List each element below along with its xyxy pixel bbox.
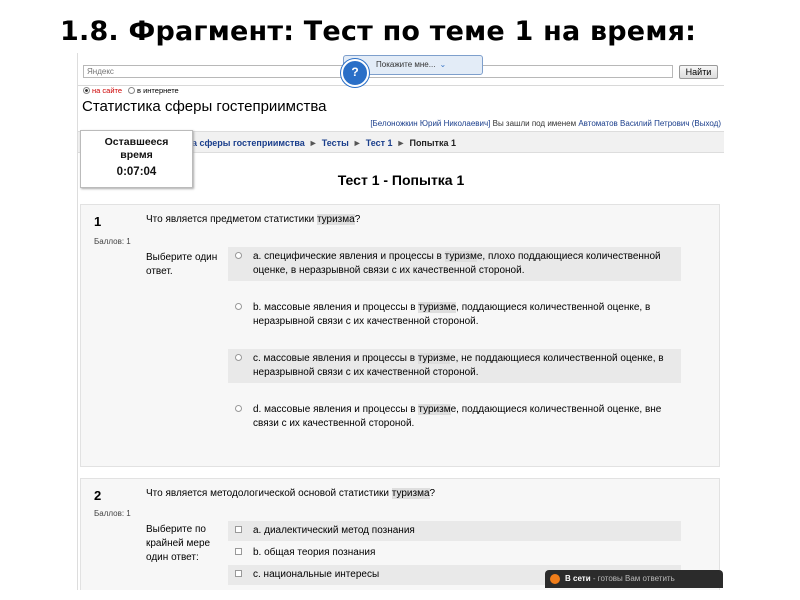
chat-title: В сети (565, 574, 591, 583)
radio-icon[interactable] (235, 252, 242, 259)
help-icon[interactable]: ? (341, 59, 369, 87)
option-text: c. национальные интересы (253, 569, 380, 580)
answer-prompt: Выберите один ответ. (146, 252, 218, 277)
checkbox-icon[interactable] (235, 548, 242, 555)
scope-site-label[interactable]: на сайте (92, 86, 122, 95)
highlighted-term: туризме (418, 302, 457, 313)
answer-option-a[interactable]: a. специфические явления и процессы в ту… (228, 247, 681, 281)
option-text: a. специфические явления и процессы в (253, 251, 445, 262)
online-chat-button[interactable]: В сети - готовы Вам ответить (545, 570, 723, 588)
answer-option-c[interactable]: c. массовые явления и процессы в туризме… (228, 349, 681, 383)
breadcrumb-test[interactable]: Тест 1 (366, 138, 393, 148)
option-text: d. массовые явления и процессы в (253, 404, 419, 415)
answer-option-b[interactable]: b. общая теория познания (228, 543, 681, 563)
slide-title: 1.8. Фрагмент: Тест по теме 1 на время: (60, 16, 697, 47)
breadcrumb-arrow-icon: ► (396, 138, 406, 148)
option-text: c. массовые явления и процессы в (253, 353, 418, 364)
question-text-part: Что является методологической основой ст… (146, 488, 392, 499)
answer-prompt: Выберите по крайней мере один ответ: (146, 524, 211, 563)
highlighted-term: туризм (418, 404, 451, 415)
checkbox-icon[interactable] (235, 570, 242, 577)
question-text-part: ? (429, 488, 436, 499)
checkbox-icon[interactable] (235, 526, 242, 533)
logged-in-prefix: Вы зашли под именем (490, 119, 579, 128)
breadcrumb-course[interactable]: ика сферы гостеприимства (182, 138, 305, 148)
question-score: Баллов: 1 (94, 237, 131, 246)
breadcrumb-arrow-icon: ► (308, 138, 318, 148)
question-score: Баллов: 1 (94, 509, 131, 518)
scope-site-option[interactable]: на сайте (83, 86, 122, 95)
chat-subtitle: - готовы Вам ответить (590, 574, 675, 583)
timer-label: Оставшееся время (81, 136, 192, 162)
breadcrumb: ика сферы гостеприимства ► Тесты ► Тест 1 ► По… (182, 138, 456, 148)
option-text: b. массовые явления и процессы в (253, 302, 419, 313)
profile-link[interactable]: [Белоножкин Юрий Николаевич] (370, 119, 490, 128)
breadcrumb-arrow-icon: ► (352, 138, 362, 148)
logout-link[interactable]: (Выход) (692, 119, 721, 128)
timer-label-line2: время (120, 149, 153, 161)
highlighted-term: туризм (444, 251, 477, 262)
question-number: 2 (94, 488, 102, 503)
question-text-part: Что является предметом статистики (146, 214, 317, 225)
radio-icon[interactable] (235, 303, 242, 310)
scope-web-option[interactable]: в интернете (128, 86, 179, 95)
breadcrumb-tests[interactable]: Тесты (322, 138, 349, 148)
chevron-down-icon: ⌄ (439, 60, 447, 69)
scope-web-label[interactable]: в интернете (137, 86, 179, 95)
question-text: Что является методологической основой ст… (146, 488, 435, 499)
site-title: Статистика сферы гостеприимства (82, 98, 327, 115)
search-button[interactable]: Найти (679, 65, 718, 79)
search-scope: на сайте в интернете (83, 86, 179, 95)
breadcrumb-current: Попытка 1 (409, 138, 456, 148)
highlighted-term: туризма (316, 214, 355, 225)
question-text-part: ? (354, 214, 361, 225)
question-1: 1 Баллов: 1 Что является предметом стати… (80, 204, 720, 467)
option-text: a. диалектический метод познания (253, 525, 415, 536)
username-link[interactable]: Автоматов Василий Петрович (578, 119, 689, 128)
answer-option-b[interactable]: b. массовые явления и процессы в туризме… (228, 298, 681, 332)
timer-label-line1: Оставшееся (104, 136, 169, 148)
chat-icon (550, 574, 560, 584)
help-label: Покажите мне... (376, 60, 436, 69)
highlighted-term: туризм (417, 353, 451, 364)
radio-icon[interactable] (235, 405, 242, 412)
attempt-title: Тест 1 - Попытка 1 (337, 172, 465, 188)
question-number: 1 (94, 214, 102, 229)
browser-screenshot: Найти Покажите мне...⌄ ? на сайте в инте… (77, 53, 724, 590)
option-text: b. общая теория познания (253, 547, 376, 558)
radio-icon[interactable] (235, 354, 242, 361)
answer-option-a[interactable]: a. диалектический метод познания (228, 521, 681, 541)
answer-option-d[interactable]: d. массовые явления и процессы в туризме… (228, 400, 681, 434)
user-info: [Белоножкин Юрий Николаевич] Вы зашли по… (370, 119, 721, 128)
radio-icon[interactable] (128, 87, 136, 94)
question-text: Что является предметом статистики туризм… (146, 214, 360, 225)
radio-selected-icon[interactable] (83, 87, 90, 94)
highlighted-term: туризма (391, 488, 430, 499)
